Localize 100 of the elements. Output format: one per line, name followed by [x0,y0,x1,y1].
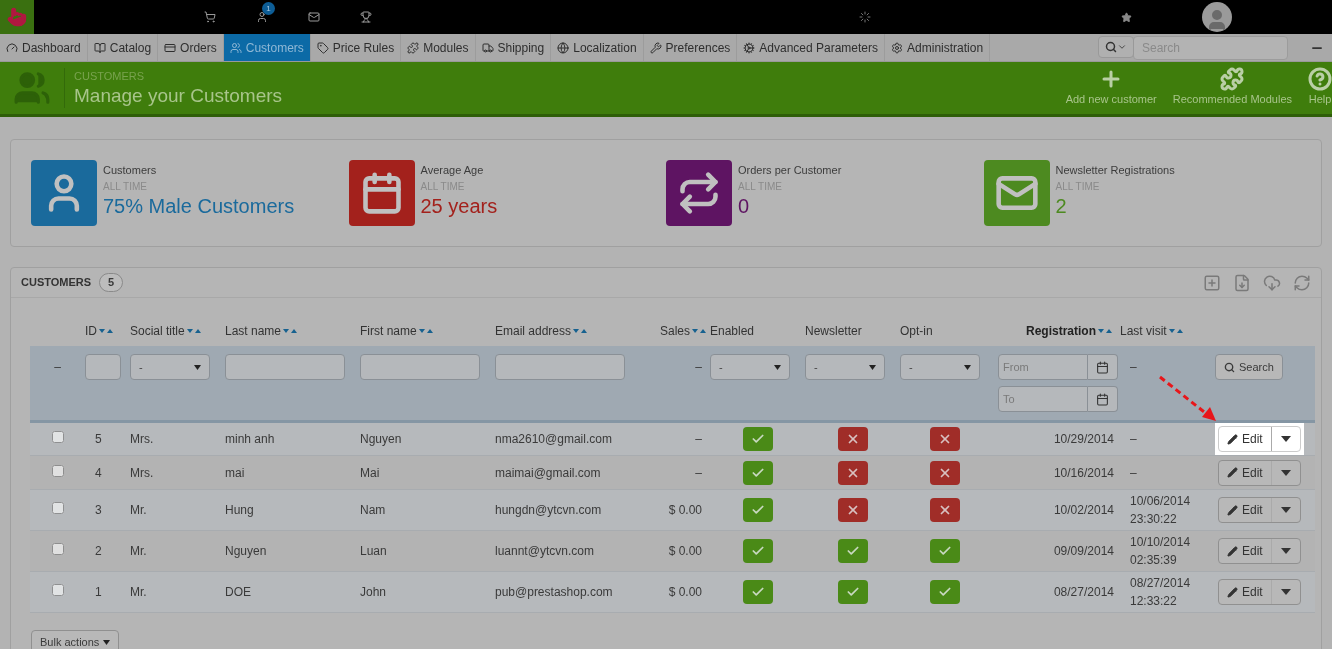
nav-tab[interactable]: Shipping [475,34,552,61]
last-visit-text: 02:35:39 [1130,552,1178,569]
sort-arrows-icon[interactable] [573,328,588,335]
sort-arrows-icon[interactable] [283,328,298,335]
column-header[interactable]: Registration [1026,324,1096,338]
arrow-annotation [1158,375,1218,423]
column-header[interactable]: Opt-in [900,324,933,338]
last-visit-text: 08/27/2014 [1130,575,1192,592]
nav-tab[interactable]: Administration [885,34,991,61]
nav-tab[interactable]: Orders [158,34,224,61]
check-icon[interactable] [742,460,773,485]
search-button[interactable]: Search [1215,354,1283,380]
last-name-text: minh anh [225,432,275,446]
cross-icon[interactable] [930,427,960,451]
sort-arrows-icon[interactable] [692,328,706,335]
sales-text: $ 0.00 [668,503,702,517]
nav-tab[interactable]: Preferences [643,34,738,61]
check-icon[interactable] [742,539,773,563]
avatar[interactable] [1202,2,1232,32]
edit-button[interactable]: Edit [1219,580,1272,604]
refresh-icon[interactable] [1293,273,1311,292]
edit-button[interactable]: Edit [1219,460,1272,485]
caret-icon [869,364,876,370]
select-field[interactable]: - [710,354,790,380]
nav-tab[interactable]: Dashboard [0,34,88,61]
edit-button[interactable]: Edit [1219,498,1272,522]
sort-arrows-icon[interactable] [99,328,113,335]
id-filter-field[interactable] [85,354,121,380]
cross-icon[interactable] [930,460,960,485]
export-icon[interactable] [1233,273,1251,292]
cross-icon[interactable] [930,498,960,522]
add-icon[interactable] [1203,273,1221,292]
edit-button[interactable]: Edit [1219,427,1272,451]
nav-tab[interactable]: Catalog [87,34,159,61]
cart-icon[interactable] [204,11,216,23]
calendar-icon [1096,360,1109,374]
email-text: hungdn@ytcvn.com [495,503,602,517]
check-icon[interactable] [742,498,773,522]
sort-arrows-icon[interactable] [186,328,201,335]
cross-icon[interactable] [837,427,868,451]
loading-icon[interactable] [859,11,871,23]
last-name-filter-field[interactable] [225,354,345,380]
sales-text: – [695,465,702,480]
sort-arrows-icon[interactable] [1098,328,1112,335]
first-name-filter-field[interactable] [360,354,480,380]
select-field[interactable]: - [805,354,885,380]
check-icon[interactable] [930,539,960,563]
row-checkbox[interactable] [51,543,64,555]
row-checkbox[interactable] [51,502,64,514]
page-title: Manage your Customers [74,84,283,109]
column-header[interactable]: Newsletter [805,324,862,338]
nav-tab[interactable]: Price Rules [310,34,402,61]
dash-text: – [54,360,61,374]
check-icon[interactable] [742,427,773,451]
cloud-icon[interactable] [1263,273,1281,292]
column-header[interactable]: Enabled [710,324,755,338]
calendar-button[interactable] [1088,386,1118,412]
column-header[interactable]: ID [85,324,97,338]
email-filter-field[interactable] [495,354,625,380]
cross-icon[interactable] [837,498,868,522]
check-icon[interactable] [742,580,773,604]
trophy-icon[interactable] [360,11,372,23]
search-options-button[interactable] [1098,36,1134,58]
row-checkbox[interactable] [51,431,64,443]
person-icon[interactable] [256,11,268,23]
column-header[interactable]: First name [360,324,417,338]
select-field[interactable]: - [900,354,980,380]
notification-badge: 1 [262,2,275,15]
column-header[interactable]: Last visit [1120,324,1167,338]
sort-arrows-icon[interactable] [1168,328,1183,335]
dash-text: – [1130,360,1137,374]
date-to-field[interactable]: To [998,386,1088,412]
cross-icon[interactable] [837,460,868,485]
sales-text: $ 0.00 [668,544,702,558]
check-icon[interactable] [930,580,960,604]
row-checkbox[interactable] [51,464,64,477]
column-header[interactable]: Sales [659,324,690,338]
sort-arrows-icon[interactable] [418,328,433,335]
bulk-actions-button[interactable]: Bulk actions [31,630,120,649]
id-text: 5 [95,432,102,446]
column-header[interactable]: Last name [225,324,282,338]
edit-button[interactable]: Edit [1219,539,1272,563]
calendar-icon [1096,392,1109,406]
date-from-field[interactable]: From [998,354,1088,380]
email-text: maimai@gmail.com [495,465,601,480]
check-icon[interactable] [837,580,868,604]
envelope-icon[interactable] [308,11,320,23]
nav-tab[interactable]: Modules [401,34,476,61]
id-text: 2 [95,544,102,558]
column-header[interactable]: Social title [130,324,185,338]
kpi-value: 2 [1055,193,1068,219]
row-checkbox[interactable] [51,584,64,596]
column-header[interactable]: Email address [495,324,572,338]
nav-tab[interactable]: Localization [551,34,644,61]
nav-tab[interactable]: Advanced Parameters [737,34,886,61]
select-field[interactable]: - [130,354,210,380]
star-icon[interactable] [1121,11,1132,23]
check-icon[interactable] [837,539,868,563]
sales-text: – [695,432,702,446]
calendar-button[interactable] [1088,354,1118,380]
